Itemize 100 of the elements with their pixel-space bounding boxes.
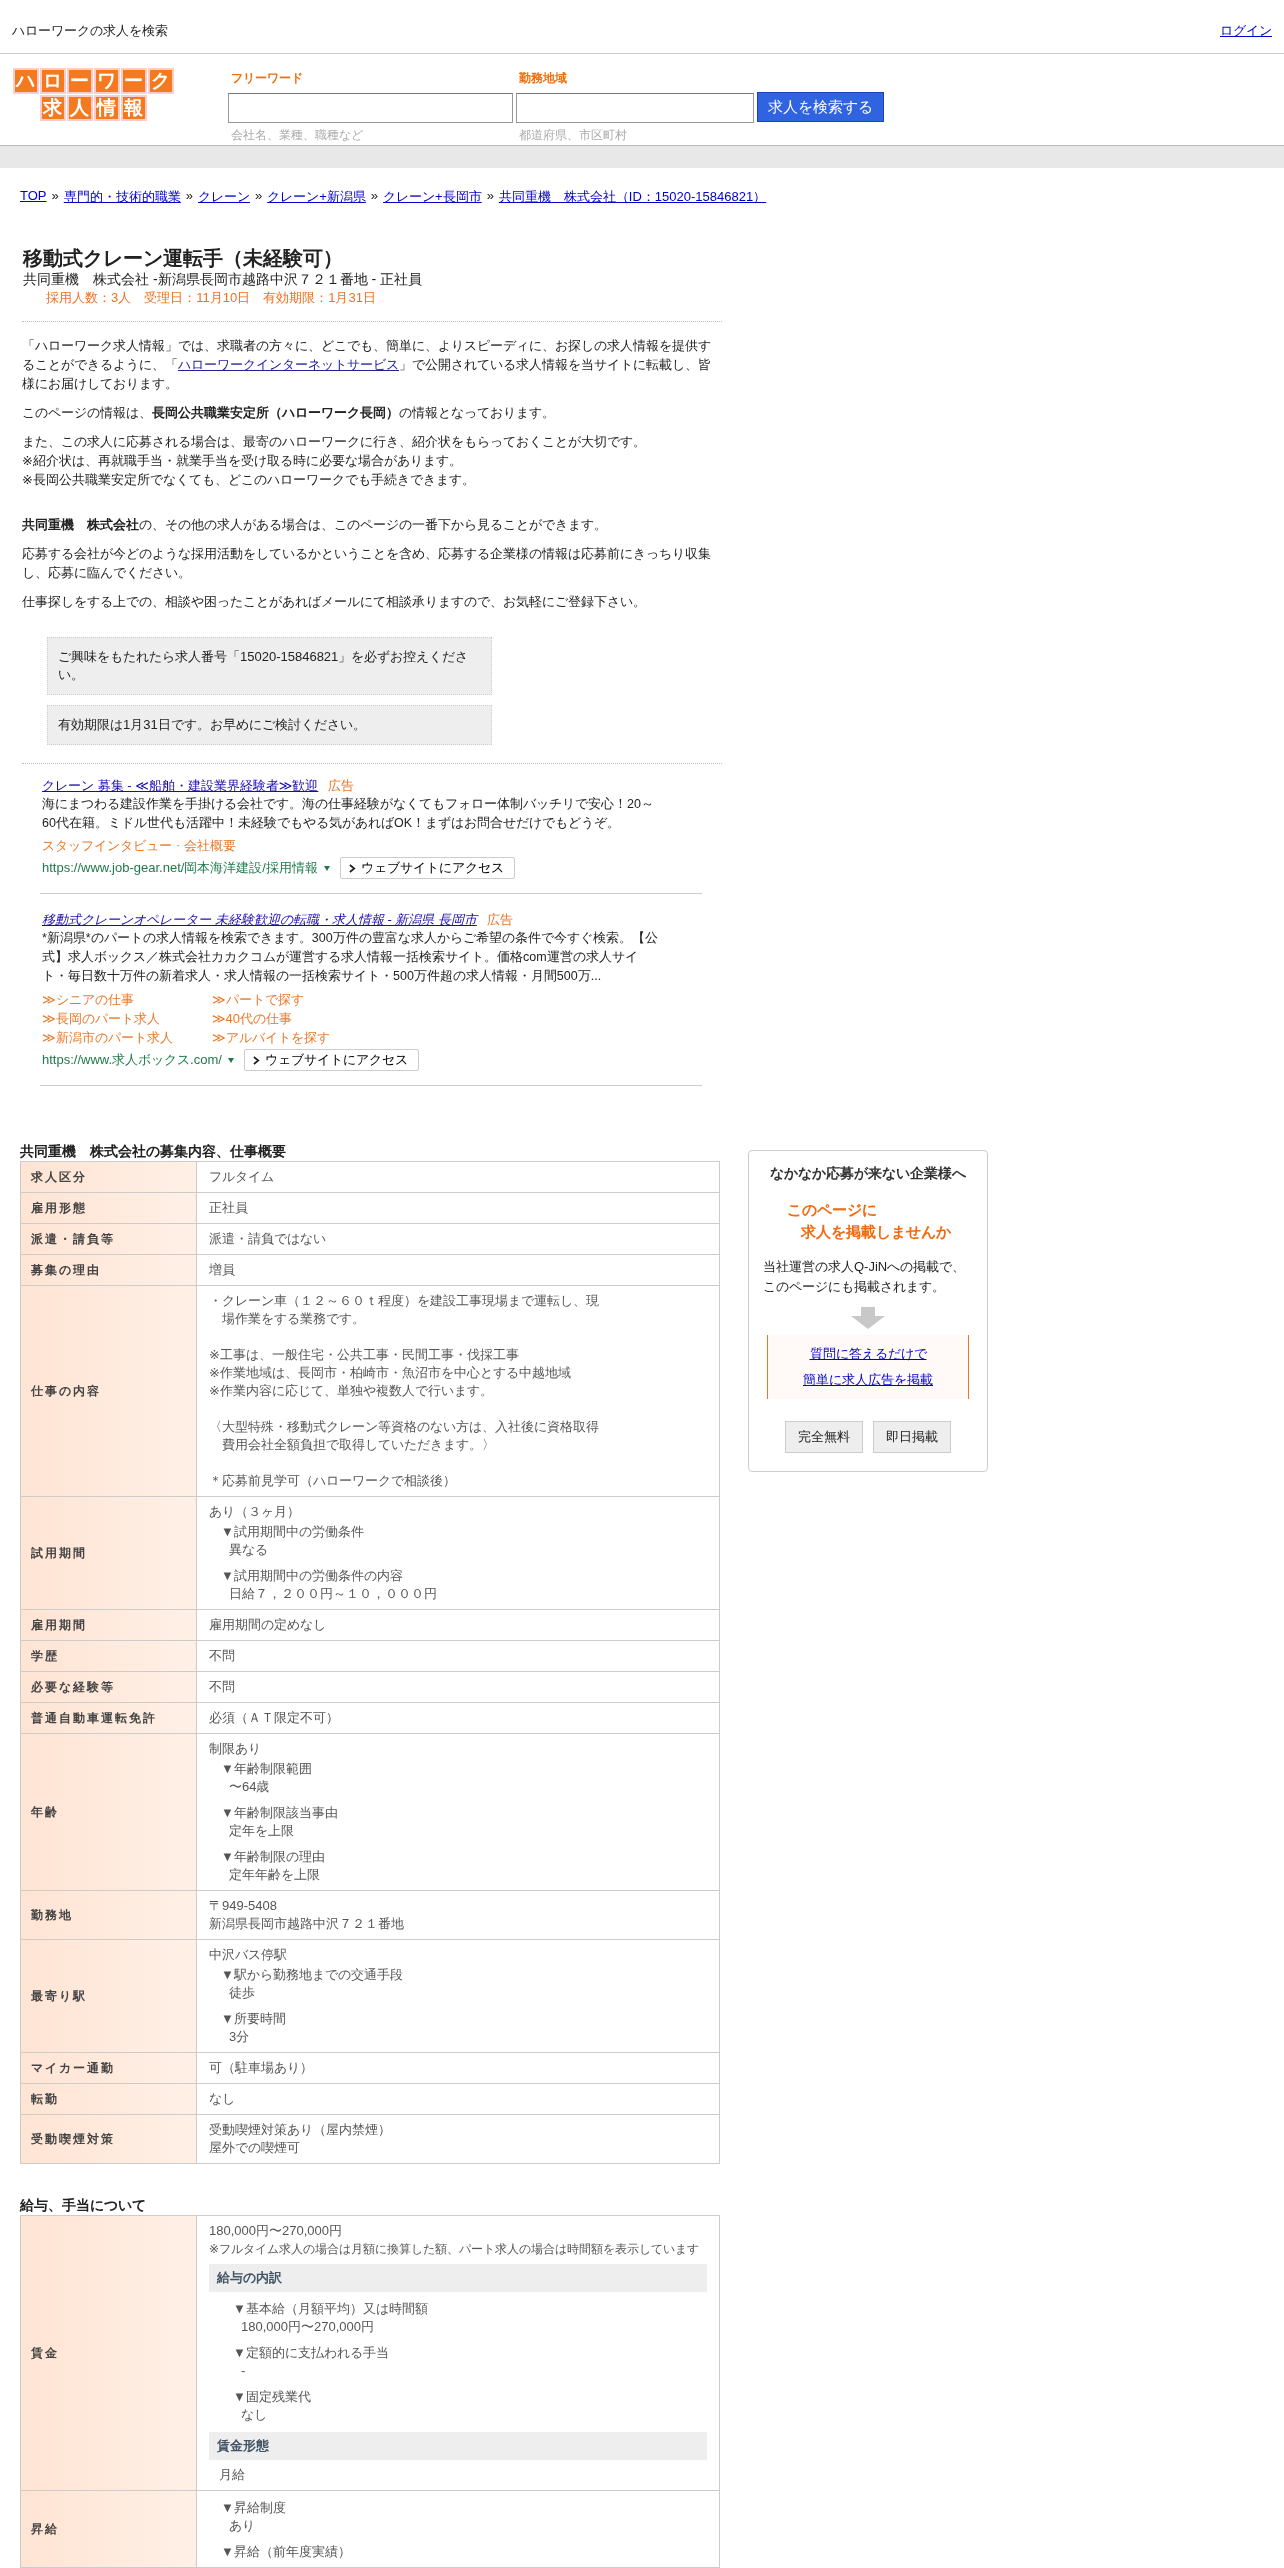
breadcrumb-separator: » (370, 188, 379, 205)
table-label-cell: 受動喫煙対策 (21, 2115, 197, 2163)
value-text: ※作業内容に応じて、単独や複数人で行います。 (209, 1382, 494, 1400)
table-label-cell: 必要な経験等 (21, 1672, 197, 1702)
breadcrumb-link[interactable]: クレーン+長岡市 (383, 188, 482, 206)
value-text: 必須（ＡＴ限定不可） (209, 1709, 340, 1727)
ad-title-link[interactable]: クレーン 募集 - ≪船舶・建設業界経験者≫歓迎 (42, 776, 319, 795)
value-note: ※フルタイム求人の場合は月額に換算した額、パート求人の場合は時間額を表示しています (209, 2241, 701, 2258)
promo-link[interactable]: 簡単に求人広告を掲載 (803, 1371, 933, 1389)
table-label-cell: 賃金 (21, 2216, 197, 2490)
item-value: なし (240, 2406, 268, 2424)
logo-letter: 求 (39, 95, 66, 121)
intro-text: 応募する会社が今どのような採用活動をしているかということを含め、応募する企業様の情報は応募前にきっちり収集し、応募に臨んでください。 (22, 545, 712, 582)
promo-tag: 完全無料 (785, 1421, 863, 1453)
item-heading: ▼固定残業代 (233, 2388, 312, 2406)
ad-description: *新潟県*のパートの求人情報を検索できます。300万件の豊富な求人からご希望の条件で今すぐ検索。【公式】求人ボックス／株式会社カカクコムが運営する求人情報一括検索サイト。価格com運営の求人サイト・毎日数十万件の新着求人・求人情報の一括検索サイト・500万件超の求人情報・月間500万... (42, 930, 659, 985)
ad-url: https://www.job-gear.net/岡本海洋建設/採用情報 (42, 859, 318, 877)
breadcrumb-link[interactable]: 専門的・技術的職業 (63, 188, 181, 206)
ad-title-link[interactable]: 移動式クレーンオペレーター 未経験歓迎の転職・求人情報 - 新潟県 長岡市 (42, 910, 477, 929)
value-text: ・クレーン車（１２～６０ｔ程度）を建設工事現場まで運転し、現 (209, 1292, 600, 1310)
down-arrow-icon (851, 1307, 885, 1329)
value-text: 月給 (218, 2466, 246, 2484)
logo-letter: ロ (39, 68, 66, 94)
logo-letter: 人 (66, 95, 93, 121)
value-text: 〈大型特殊・移動式クレーン等資格のない方は、入社後に資格取得 (209, 1418, 600, 1436)
item-value: - (240, 2362, 247, 2380)
service-link[interactable]: ハローワークインターネットサービス (178, 357, 399, 372)
value-text: 正社員 (209, 1199, 249, 1217)
login-link[interactable]: ログイン (1220, 21, 1272, 40)
chevron-icon (348, 863, 356, 873)
value-text: 〒949-5408 (209, 1897, 278, 1915)
table-label-cell: 最寄り駅 (21, 1940, 197, 2052)
item-value: 定年を上限 (228, 1822, 295, 1840)
value-text: 180,000円〜270,000円 (209, 2222, 343, 2240)
item-heading: ▼試用期間中の労働条件 (221, 1523, 365, 1541)
value-text: ※作業地域は、長岡市・柏崎市・魚沼市を中心とする中越地域 (209, 1364, 572, 1382)
caret-icon[interactable] (323, 865, 330, 871)
item-heading: ▼定額的に支払われる手当 (233, 2344, 390, 2362)
ad-url: https://www.求人ボックス.com/ (42, 1051, 222, 1069)
intro-text: ※長岡公共職業安定所でなくても、どこのハローワークでも手続きできます。 (22, 471, 476, 489)
job-meta: 採用人数：3人 受理日：11月10日 有効期限：1月31日 (45, 289, 377, 307)
promo-link[interactable]: 質問に答えるだけで (809, 1345, 927, 1363)
breadcrumb-link[interactable]: クレーン (197, 188, 250, 206)
table-label-cell: 募集の理由 (21, 1255, 197, 1285)
value-text: ※工事は、一般住宅・公共工事・民間工事・伐採工事 (209, 1346, 520, 1364)
value-text: 中沢バス停駅 (209, 1946, 288, 1964)
intro-paragraph: 「ハローワーク求人情報」では、求職者の方々に、どこでも、簡単に、よりスピーディに、お探しの求人情報を提供することができるように、「ハローワークインターネットサービス」で公開されている求人情報を当サイトに転載し、皆様にお届けしております。 (22, 337, 712, 393)
logo-letter: ク (147, 68, 174, 94)
intro-text: ※紹介状は、再就職手当・就業手当を受け取る時に必要な場合があります。 (22, 452, 463, 470)
search-field[interactable] (516, 93, 754, 123)
table-label-cell: 勤務地 (21, 1891, 197, 1939)
ad-description: 海にまつわる建設作業を手掛ける会社です。海の仕事経験がなくてもフォロー体制バッチリで安心！20～60代在籍。ミドル世代も活躍中！未経験でもやる気があればOK！まずはお問合せだけでもどうぞ。 (42, 796, 655, 832)
item-heading: ▼年齢制限範囲 (221, 1760, 313, 1778)
intro-text: 仕事探しをする上での、相談や困ったことがあればメールにて相談承りますので、お気軽にご登録下さい。 (22, 593, 647, 611)
value-text: 不問 (209, 1647, 236, 1665)
section-heading: 給与、手当について (20, 2196, 147, 2214)
item-value: 日給７，２００円～１０，０００円 (228, 1585, 438, 1603)
item-value: 定年年齢を上限 (228, 1866, 321, 1884)
promo-tag: 即日掲載 (873, 1421, 951, 1453)
table-label-cell: 学歴 (21, 1641, 197, 1671)
value-text: 雇用期間の定めなし (209, 1616, 327, 1634)
table-label-cell: 試用期間 (21, 1497, 197, 1609)
value-text: 制限あり (209, 1740, 262, 1758)
subheading-bar: 賃金形態 (209, 2432, 707, 2460)
table-label-cell: 普通自動車運転免許 (21, 1703, 197, 1733)
job-title: 移動式クレーン運転手（未経験可） (23, 246, 344, 270)
value-text: 増員 (209, 1261, 236, 1279)
value-text: ＊応募前見学可（ハローワークで相談後） (209, 1472, 457, 1490)
subheading-bar: 給与の内訳 (209, 2264, 707, 2292)
table-label-cell: 派遣・請負等 (21, 1224, 197, 1254)
caret-icon[interactable] (227, 1057, 234, 1063)
sitelink-separator: · (176, 837, 181, 854)
search-button[interactable]: 求人を検索する (757, 92, 884, 122)
value-text: 新潟県長岡市越路中沢７２１番地 (209, 1915, 405, 1933)
table-label-cell: 昇給 (21, 2491, 197, 2567)
logo-letter: ワ (93, 68, 120, 94)
job-subtitle: 共同重機 株式会社 -新潟県長岡市越路中沢７２１番地 - 正社員 (23, 270, 423, 289)
item-heading: ▼昇給（前年度実績） (221, 2543, 352, 2561)
value-text: あり（３ヶ月） (209, 1503, 301, 1521)
visit-button[interactable]: ウェブサイトにアクセス (243, 1049, 419, 1071)
item-heading: ▼所要時間 (221, 2010, 287, 2028)
item-value: 徒歩 (228, 1984, 256, 2002)
item-value: あり (228, 2517, 256, 2535)
item-heading: ▼年齢制限該当事由 (221, 1804, 339, 1822)
search-field[interactable] (228, 93, 513, 123)
table-label-cell: 求人区分 (21, 1162, 197, 1192)
chevron-icon (252, 1055, 260, 1065)
item-value: 異なる (228, 1541, 269, 1559)
breadcrumb-link[interactable]: TOP (20, 188, 47, 206)
section-heading: 共同重機 株式会社の募集内容、仕事概要 (20, 1142, 287, 1160)
visit-button[interactable]: ウェブサイトにアクセス (339, 857, 515, 879)
promo-highlight: このページに (787, 1200, 878, 1220)
breadcrumb-link[interactable]: クレーン+新潟県 (267, 188, 366, 206)
table-label-cell: 雇用形態 (21, 1193, 197, 1223)
breadcrumb-link[interactable]: 共同重機 株式会社（ID：15020-15846821） (498, 188, 767, 206)
breadcrumb-separator: » (185, 188, 193, 205)
promo-text: 当社運営の求人Q-JiNへの掲載で、このページにも掲載されます。 (762, 1258, 967, 1296)
field-label: フリーワード (231, 70, 304, 87)
breadcrumb-separator: » (51, 188, 59, 205)
ad-label: 広告 (486, 911, 513, 929)
